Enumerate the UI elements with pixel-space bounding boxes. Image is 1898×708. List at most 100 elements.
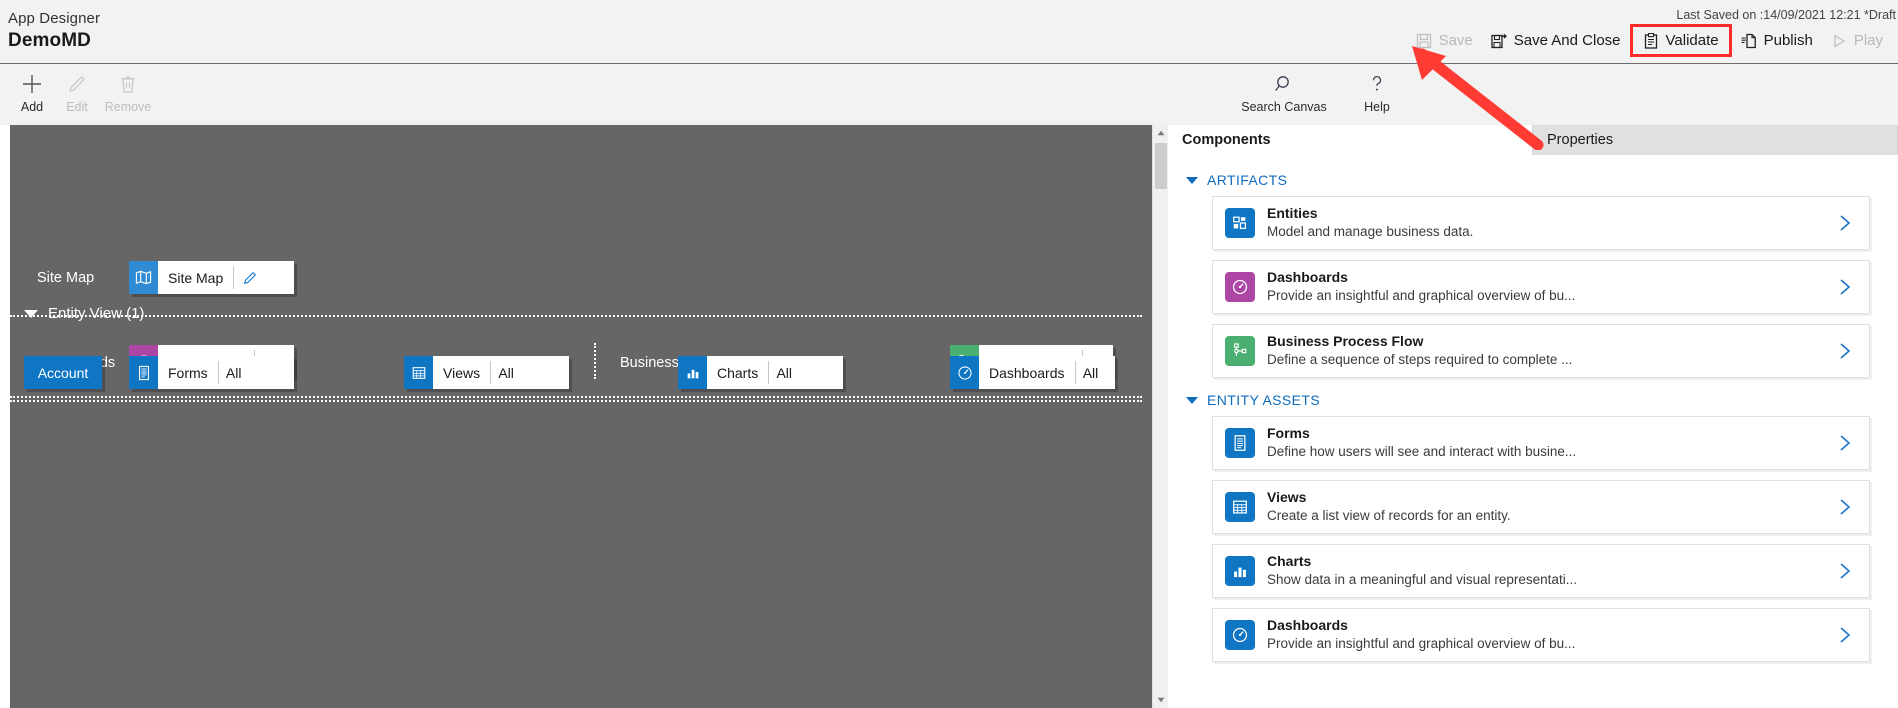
save-and-close-button[interactable]: Save And Close: [1482, 27, 1630, 54]
pencil-icon: [66, 72, 88, 96]
search-canvas-label: Search Canvas: [1241, 100, 1327, 114]
save-and-close-icon: [1491, 32, 1508, 49]
chevron-right-icon[interactable]: [1835, 277, 1855, 297]
card-description: Show data in a meaningful and visual rep…: [1267, 572, 1577, 588]
component-card-business-process-flow[interactable]: Business Process Flow Define a sequence …: [1212, 324, 1870, 378]
add-label: Add: [20, 100, 44, 114]
entity-tile-views-count[interactable]: All: [491, 356, 521, 389]
entity-tile-dashboards-count[interactable]: All: [1076, 356, 1106, 389]
remove-button[interactable]: Remove: [96, 72, 160, 114]
save-button[interactable]: Save: [1407, 27, 1482, 54]
play-label: Play: [1853, 32, 1883, 49]
card-title: Entities: [1267, 205, 1318, 222]
app-designer-window: App Designer DemoMD Last Saved on :14/09…: [0, 0, 1898, 708]
entity-tile-charts-count[interactable]: All: [769, 356, 799, 389]
entity-view-group-label: Entity View (1): [48, 305, 145, 322]
entity-view-group-header[interactable]: Entity View (1): [24, 305, 144, 322]
component-card-views[interactable]: Views Create a list view of records for …: [1212, 480, 1870, 534]
scrollbar-thumb[interactable]: [1155, 143, 1167, 189]
card-title: Charts: [1267, 553, 1312, 570]
chevron-down-icon: [1186, 396, 1198, 404]
card-description: Define how users will see and interact w…: [1267, 444, 1577, 460]
section-header-artifacts[interactable]: ARTIFACTS: [1186, 172, 1884, 188]
entity-tile-forms[interactable]: Forms All: [129, 356, 294, 389]
chevron-right-icon[interactable]: [1835, 561, 1855, 581]
views-grid-icon: [1225, 492, 1255, 522]
title-bar: App Designer DemoMD Last Saved on :14/09…: [0, 0, 1898, 63]
card-description: Model and manage business data.: [1267, 224, 1474, 240]
edit-pencil-icon[interactable]: [234, 261, 266, 294]
chevron-right-icon[interactable]: [1835, 497, 1855, 517]
section-artifacts-label: ARTIFACTS: [1207, 172, 1288, 188]
plus-icon: [21, 72, 43, 96]
charts-bar-icon: [1225, 556, 1255, 586]
views-grid-icon: [404, 356, 433, 389]
component-card-dashboards-entity[interactable]: Dashboards Provide an insightful and gra…: [1212, 608, 1870, 662]
entity-tile-dashboards[interactable]: Dashboards All: [950, 356, 1115, 389]
card-title: Dashboards: [1267, 269, 1348, 286]
entity-tile-forms-count[interactable]: All: [219, 356, 249, 389]
edit-label: Edit: [66, 100, 88, 114]
canvas-vertical-divider: [594, 343, 596, 379]
app-canvas[interactable]: Site Map Site Map Dashboards: [0, 125, 1152, 708]
panel-tabs: Components Properties: [1168, 125, 1898, 155]
command-bar: Save Save And Close Validate Publish Pla…: [1407, 24, 1892, 57]
site-map-tile-label: Site Map: [168, 269, 224, 286]
canvas-row-separator: [10, 396, 1142, 398]
validate-button[interactable]: Validate: [1629, 24, 1732, 57]
component-card-forms[interactable]: Forms Define how users will see and inte…: [1212, 416, 1870, 470]
card-description: Define a sequence of steps required to c…: [1267, 352, 1573, 368]
remove-label: Remove: [104, 100, 152, 114]
card-title: Forms: [1267, 425, 1310, 442]
dashboard-gauge-icon: [1225, 272, 1255, 302]
entities-icon: [1225, 208, 1255, 238]
play-button[interactable]: Play: [1822, 27, 1892, 54]
entity-tile-views[interactable]: Views All: [404, 356, 569, 389]
business-process-flow-icon: [1225, 336, 1255, 366]
card-text: Dashboards Provide an insightful and gra…: [1267, 616, 1835, 653]
card-text: Charts Show data in a meaningful and vis…: [1267, 552, 1835, 589]
card-text: Entities Model and manage business data.: [1267, 204, 1835, 241]
chevron-right-icon[interactable]: [1835, 341, 1855, 361]
scroll-down-arrow-icon[interactable]: [1153, 692, 1169, 708]
card-description: Provide an insightful and graphical over…: [1267, 288, 1576, 304]
canvas-left-margin: [0, 125, 10, 708]
chevron-right-icon[interactable]: [1835, 625, 1855, 645]
card-title: Views: [1267, 489, 1307, 506]
chevron-right-icon[interactable]: [1835, 433, 1855, 453]
canvas-toolbar: Add Edit Remove Search Canvas Help: [0, 63, 1898, 125]
card-title: Business Process Flow: [1267, 333, 1424, 350]
entity-pill-label: Account: [37, 364, 89, 381]
help-button[interactable]: Help: [1345, 72, 1409, 114]
publish-button[interactable]: Publish: [1732, 27, 1822, 54]
canvas-scrollbar[interactable]: [1152, 125, 1168, 708]
scroll-up-arrow-icon[interactable]: [1153, 125, 1169, 141]
section-header-entity-assets[interactable]: ENTITY ASSETS: [1186, 392, 1884, 408]
tab-properties[interactable]: Properties: [1533, 125, 1898, 155]
site-map-tile[interactable]: Site Map: [129, 261, 294, 294]
component-card-charts[interactable]: Charts Show data in a meaningful and vis…: [1212, 544, 1870, 598]
forms-icon: [129, 356, 158, 389]
card-title: Dashboards: [1267, 617, 1348, 634]
entity-pill-account[interactable]: Account: [24, 356, 102, 389]
entity-tile-dashboards-label: Dashboards: [989, 364, 1065, 381]
charts-bar-icon: [678, 356, 707, 389]
section-entity-assets-label: ENTITY ASSETS: [1207, 392, 1321, 408]
dashboard-gauge-icon: [950, 356, 979, 389]
search-canvas-button[interactable]: Search Canvas: [1232, 72, 1336, 114]
card-text: Business Process Flow Define a sequence …: [1267, 332, 1835, 369]
chevron-right-icon[interactable]: [1835, 213, 1855, 233]
card-text: Dashboards Provide an insightful and gra…: [1267, 268, 1835, 305]
play-icon: [1831, 32, 1848, 49]
card-description: Provide an insightful and graphical over…: [1267, 636, 1576, 652]
dashboard-gauge-icon: [1225, 620, 1255, 650]
component-card-entities[interactable]: Entities Model and manage business data.: [1212, 196, 1870, 250]
search-icon: [1273, 72, 1295, 96]
components-panel: Components Properties ARTIFACTS Entities…: [1168, 125, 1898, 708]
component-card-dashboards-artifact[interactable]: Dashboards Provide an insightful and gra…: [1212, 260, 1870, 314]
tab-components[interactable]: Components: [1168, 125, 1533, 155]
canvas-row-separator: [10, 400, 1142, 402]
entity-tile-charts[interactable]: Charts All: [678, 356, 843, 389]
last-saved-status: Last Saved on :14/09/2021 12:21 *Draft: [1676, 8, 1896, 22]
panel-content: ARTIFACTS Entities Model and manage busi…: [1168, 155, 1898, 708]
